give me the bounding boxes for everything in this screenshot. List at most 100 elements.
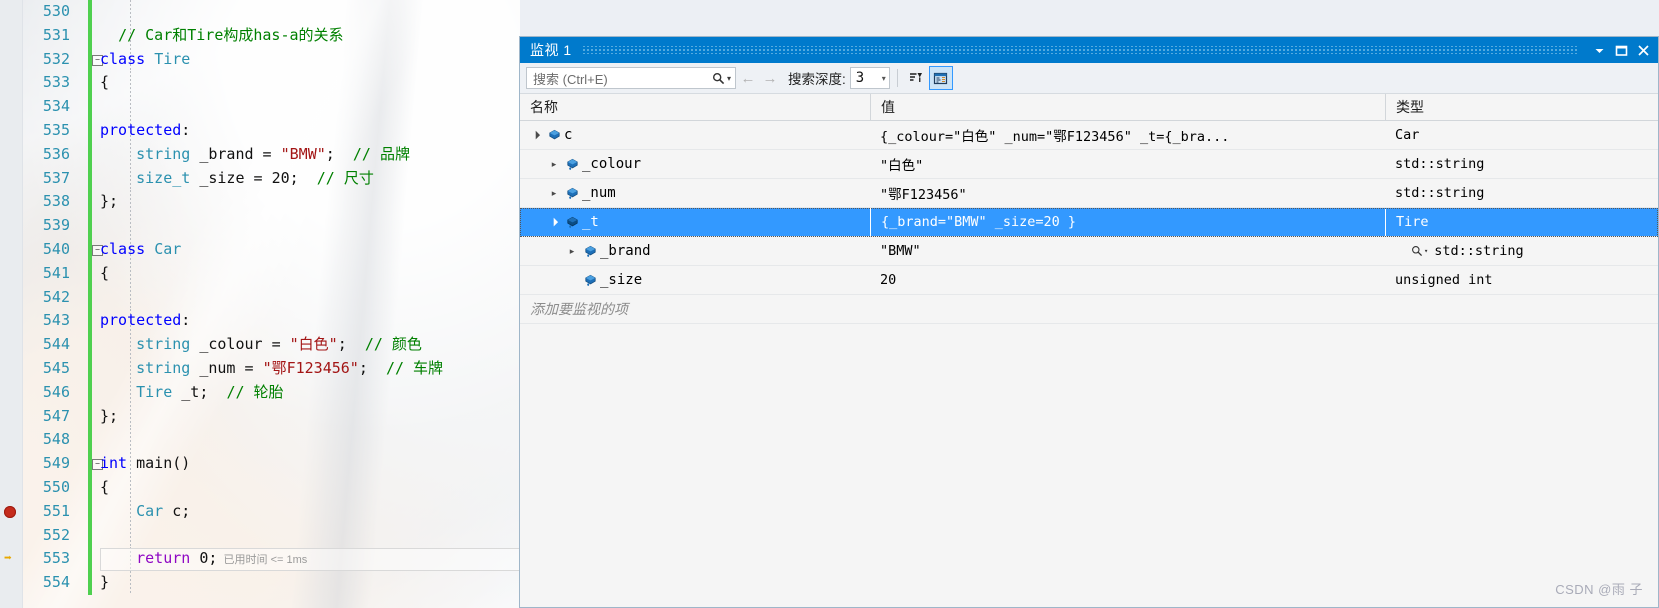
maximize-window-icon[interactable] — [1610, 40, 1632, 60]
visualizer-magnifier-icon[interactable]: ▾ — [1411, 245, 1428, 257]
watch-row-name-cell[interactable]: _size — [520, 266, 870, 294]
search-icon[interactable] — [712, 72, 725, 85]
code-line[interactable]: 553 return 0; 已用时间 <= 1ms — [0, 547, 520, 572]
watch-row-value-cell[interactable]: {_brand="BMW" _size=20 } — [870, 208, 1385, 236]
search-depth-stepper[interactable]: 3 ▾ — [849, 67, 890, 89]
code-line[interactable]: 543 protected: — [0, 309, 520, 334]
watch-row-name-cell[interactable]: _colour — [520, 150, 870, 178]
code-line[interactable]: 531 // Car和Tire构成has-a的关系 — [0, 23, 520, 48]
indent-guide — [130, 190, 131, 215]
line-number: 540 — [42, 239, 70, 258]
line-number: 554 — [42, 573, 70, 592]
add-watch-item-input[interactable]: 添加要监视的项 — [520, 299, 870, 319]
search-depth-value: 3 — [855, 70, 865, 86]
code-token: main — [136, 454, 173, 473]
code-token: // 颜色 — [364, 335, 422, 354]
code-line[interactable]: 530 — [0, 0, 520, 24]
search-input[interactable]: 搜索 (Ctrl+E) ▾ — [526, 67, 736, 89]
show-raw-values-toolbar-button[interactable] — [928, 66, 953, 90]
line-number: 552 — [42, 525, 70, 544]
column-header-type[interactable]: 类型 — [1385, 94, 1658, 120]
code-editor-pane[interactable]: 530 531 // Car和Tire构成has-a的关系 532− class Ti… — [0, 0, 520, 608]
code-line[interactable]: 552 — [0, 523, 520, 548]
watch-row[interactable]: _size 20 unsigned int — [520, 266, 1658, 295]
watch-tool-window[interactable]: 监视 1 搜索 (Ctrl+E) ▾ ← → 搜索深度: 3 ▾ 名称 值 类型… — [519, 36, 1659, 608]
code-line[interactable]: 548 — [0, 428, 520, 453]
titlebar-drag-handle[interactable] — [581, 46, 1578, 54]
change-indicator-bar — [88, 380, 92, 405]
code-token: // 品牌 — [352, 144, 410, 163]
code-line[interactable]: 549− int main() — [0, 452, 520, 476]
expander-expanded-icon[interactable] — [546, 217, 562, 227]
chevron-down-icon[interactable] — [1588, 40, 1610, 60]
code-line[interactable]: 545 string _num = "鄂F123456"; // 车牌 — [0, 356, 520, 381]
visualizer-chevron-icon[interactable]: ▾ — [1424, 247, 1428, 255]
line-number: 546 — [42, 382, 70, 401]
watch-row[interactable]: _t {_brand="BMW" _size=20 } Tire — [520, 208, 1658, 237]
watch-row-name-cell[interactable]: _t — [520, 208, 870, 236]
change-indicator-bar — [88, 547, 92, 572]
filter-toolbar-button[interactable] — [905, 67, 927, 89]
code-line[interactable]: 547}; — [0, 404, 520, 429]
column-header-name[interactable]: 名称 — [520, 94, 870, 120]
code-text: string _brand = "BMW"; // 品牌 — [100, 143, 410, 167]
expander-collapsed-icon[interactable] — [546, 188, 562, 199]
watch-row-value-cell[interactable]: "鄂F123456" — [870, 179, 1385, 207]
line-number: 548 — [42, 430, 70, 449]
breakpoint-icon[interactable] — [4, 505, 16, 518]
code-line[interactable]: 535 protected: — [0, 118, 520, 143]
code-line[interactable]: 551 Car c; — [0, 499, 520, 524]
watch-row-value-cell[interactable]: "BMW" — [870, 237, 1385, 265]
change-indicator-bar — [88, 356, 92, 381]
watch-row-value-cell[interactable]: {_colour="白色" _num="鄂F123456" _t={_bra..… — [870, 121, 1385, 149]
code-token: size_t — [136, 168, 191, 187]
column-header-value[interactable]: 值 — [870, 94, 1385, 120]
field-variable-icon — [562, 187, 582, 200]
watch-row[interactable]: _brand "BMW" ▾ std::string — [520, 237, 1658, 266]
code-line[interactable]: 544 string _colour = "白色"; // 颜色 — [0, 333, 520, 357]
code-line[interactable]: 537 size_t _size = 20; // 尺寸 — [0, 166, 520, 191]
code-line[interactable]: 540− class Car — [0, 237, 520, 262]
watch-row-value-cell[interactable]: 20 — [870, 266, 1385, 294]
expander-collapsed-icon[interactable] — [546, 159, 562, 170]
watch-row-name-cell[interactable]: _brand — [520, 237, 870, 265]
code-line[interactable]: 546 Tire _t; // 轮胎 — [0, 380, 520, 405]
code-line[interactable]: 541 { — [0, 261, 520, 286]
line-number: 538 — [42, 192, 70, 211]
code-line[interactable]: 534 — [0, 95, 520, 119]
chevron-down-icon[interactable]: ▾ — [882, 74, 886, 83]
watch-row-name-cell[interactable]: _num — [520, 179, 870, 207]
search-next-button[interactable]: → — [760, 70, 780, 87]
code-line[interactable]: 542 — [0, 285, 520, 310]
watch-row[interactable]: _num "鄂F123456" std::string — [520, 179, 1658, 208]
watch-grid[interactable]: 名称 值 类型 c {_colour="白色" _num="鄂F123456" _… — [520, 94, 1658, 607]
code-line[interactable]: 533 { — [0, 71, 520, 96]
search-prev-button[interactable]: ← — [738, 70, 758, 87]
add-watch-item-row[interactable]: 添加要监视的项 — [520, 295, 1658, 324]
code-line[interactable]: 538}; — [0, 190, 520, 215]
expander-expanded-icon[interactable] — [528, 130, 544, 140]
code-text: protected: — [100, 119, 190, 143]
watch-row[interactable]: c {_colour="白色" _num="鄂F123456" _t={_bra.… — [520, 121, 1658, 150]
close-icon[interactable] — [1632, 40, 1654, 60]
watch-row-value-cell[interactable]: "白色" — [870, 150, 1385, 178]
expander-collapsed-icon[interactable] — [564, 246, 580, 257]
code-line[interactable]: 550 { — [0, 475, 520, 500]
watch-toolbar[interactable]: 搜索 (Ctrl+E) ▾ ← → 搜索深度: 3 ▾ — [520, 63, 1658, 94]
code-token: : — [181, 120, 191, 139]
watch-window-titlebar[interactable]: 监视 1 — [520, 37, 1658, 63]
search-options-chevron-icon[interactable]: ▾ — [727, 74, 731, 83]
code-lines-container[interactable]: 530 531 // Car和Tire构成has-a的关系 532− class Ti… — [0, 0, 520, 608]
code-line[interactable]: 554} — [0, 571, 520, 595]
code-token: Car — [154, 239, 182, 258]
watch-row-name-cell[interactable]: c — [520, 121, 870, 149]
watch-row[interactable]: _colour "白色" std::string — [520, 150, 1658, 179]
code-line[interactable]: 536 string _brand = "BMW"; // 品牌 — [0, 142, 520, 167]
code-line[interactable]: 539 — [0, 214, 520, 238]
change-indicator-bar — [88, 23, 92, 48]
code-line[interactable]: 532− class Tire — [0, 47, 520, 72]
watch-rows-container[interactable]: c {_colour="白色" _num="鄂F123456" _t={_bra.… — [520, 121, 1658, 324]
indent-guide — [130, 475, 131, 500]
watch-row-type: std::string — [1434, 243, 1524, 259]
